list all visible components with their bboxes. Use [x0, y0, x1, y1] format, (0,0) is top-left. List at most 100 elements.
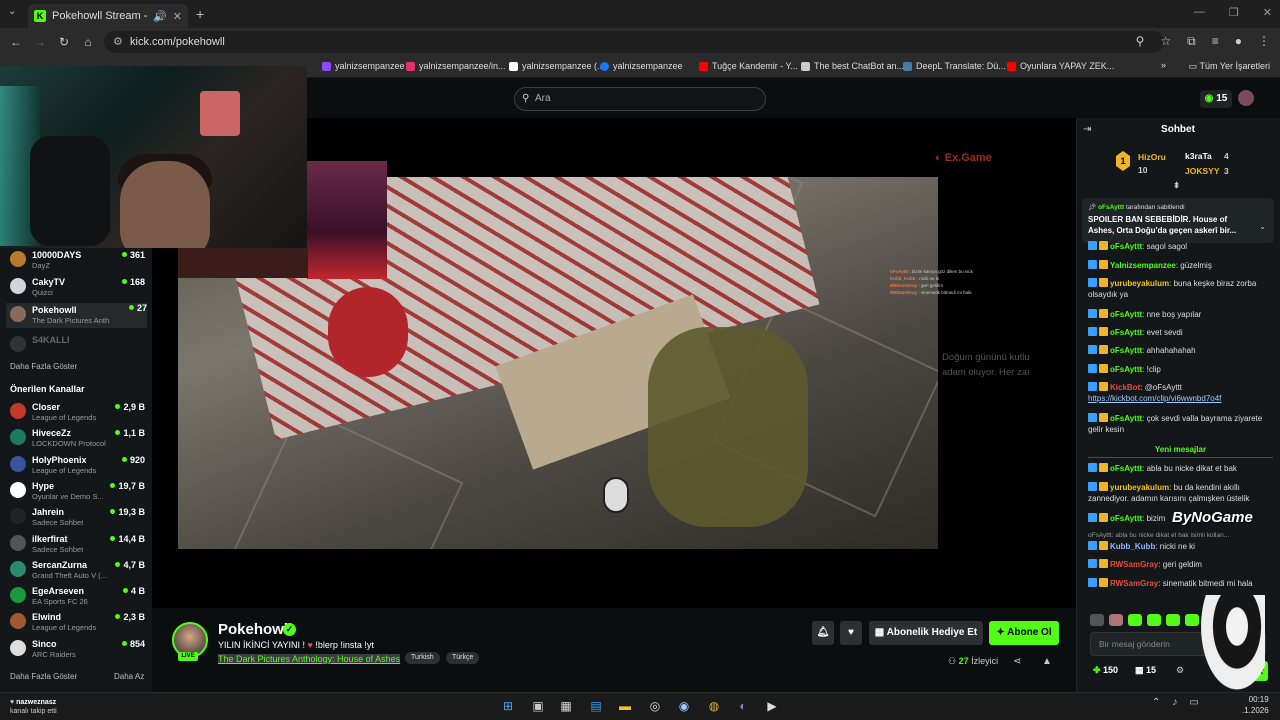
emote-icon[interactable]: [1147, 614, 1161, 626]
sidebar-channel[interactable]: Hype Oyunlar ve Demo S... 19,7 B: [10, 481, 145, 502]
bookmark-item[interactable]: yalnizsempanzee: [322, 61, 405, 71]
new-tab-button[interactable]: +: [196, 6, 204, 22]
show-less-link[interactable]: Daha Az: [114, 672, 144, 681]
sidebar-channel[interactable]: EgeArseven EA Sports FC 26 4 B: [10, 586, 145, 607]
sidebar-channel[interactable]: SercanZurna Grand Theft Auto V (... 4,7 B: [10, 560, 145, 581]
file-explorer-icon[interactable]: ▬: [616, 697, 634, 715]
gift-sub-button[interactable]: ▦ Abonelik Hediye Et: [869, 621, 983, 645]
clock[interactable]: 00:19.1.2026: [1242, 694, 1269, 716]
chat-username[interactable]: yurubeyakulum: [1110, 483, 1169, 492]
sidebar-channel[interactable]: Sinco ARC Raiders 854: [10, 639, 145, 660]
chat-username[interactable]: oFsAyttt: [1110, 310, 1142, 319]
show-more-link[interactable]: Daha Fazla Göster: [10, 362, 77, 371]
sidebar-channel[interactable]: ilkerfirat Sadece Sohbet 14,4 B: [10, 534, 145, 555]
chat-username[interactable]: Yalnizsempanzee: [1110, 261, 1176, 270]
emote-icon[interactable]: [1166, 614, 1180, 626]
reload-icon[interactable]: ↻: [52, 35, 76, 49]
tab-search-icon[interactable]: ⌄: [8, 6, 16, 17]
bookmarks-overflow-icon[interactable]: »: [1161, 60, 1166, 70]
sidebar-channel[interactable]: Pokehowll The Dark Pictures Anth... 27: [6, 303, 147, 328]
follow-heart-button[interactable]: ♥: [840, 621, 862, 645]
bookmark-item[interactable]: Oyunlara YAPAY ZEK...: [1007, 61, 1114, 71]
sidebar-channel[interactable]: Closer League of Legends 2,9 B: [10, 402, 145, 423]
back-icon[interactable]: ←: [4, 35, 28, 49]
sidebar-channel[interactable]: CakyTV Quizci 168: [10, 277, 145, 298]
windows-start-icon[interactable]: ⊞: [499, 697, 517, 715]
chat-link[interactable]: https://kickbot.com/clip/vi6wwnbd7o4f: [1088, 394, 1221, 403]
sidebar-channel[interactable]: HiveceZz LOCKDOWN Protocol 1,1 B: [10, 428, 145, 449]
url-field[interactable]: ⚙ kick.com/pokehowll: [104, 31, 1164, 53]
obs-icon[interactable]: ◎: [646, 697, 664, 715]
speaker-icon[interactable]: 🔊: [153, 10, 167, 23]
chat-username[interactable]: oFsAyttt: [1110, 328, 1142, 337]
microphone-icon[interactable]: ♪: [1172, 697, 1177, 708]
extensions-icon[interactable]: ⧉: [1187, 34, 1196, 49]
chevron-down-icon[interactable]: ⌄: [1259, 222, 1266, 231]
media-player-icon[interactable]: ▶: [763, 697, 781, 715]
report-icon[interactable]: ▲: [1042, 656, 1052, 667]
subscribe-button[interactable]: ✦ Abone Ol: [989, 621, 1059, 645]
bookmark-star-icon[interactable]: ☆: [1160, 34, 1171, 49]
user-avatar[interactable]: [1238, 90, 1254, 106]
bookmark-item[interactable]: DeepL Translate: Dü...: [903, 61, 1006, 71]
gift-count[interactable]: ▦ 15: [1135, 665, 1156, 676]
leader-first-name[interactable]: HizOru: [1138, 152, 1166, 162]
tag-turkish[interactable]: Turkish: [405, 652, 440, 664]
task-view-icon[interactable]: ▣: [529, 697, 547, 715]
zoom-icon[interactable]: ⚲: [1136, 34, 1145, 49]
chat-username[interactable]: oFsAyttt: [1110, 514, 1142, 523]
app-icon[interactable]: ▦: [557, 697, 575, 715]
chat-username[interactable]: RWSamGray: [1110, 579, 1158, 588]
all-bookmarks-folder[interactable]: ▭ Tüm Yer İşaretleri: [1189, 61, 1270, 72]
profile-icon[interactable]: ●: [1235, 34, 1242, 49]
close-window-icon[interactable]: ✕: [1263, 6, 1272, 19]
leader-second-name[interactable]: k3raTa: [1185, 151, 1212, 161]
chrome-icon[interactable]: ◍: [705, 697, 723, 715]
chat-username[interactable]: Kubb_Kubb: [1110, 542, 1155, 551]
sidebar-channel[interactable]: Elwind League of Legends 2,3 B: [10, 612, 145, 633]
discord-icon[interactable]: ◐: [734, 697, 752, 715]
chat-username[interactable]: oFsAyttt: [1110, 242, 1142, 251]
menu-icon[interactable]: ⋮: [1258, 34, 1270, 49]
store-icon[interactable]: ▤: [587, 697, 605, 715]
display-icon[interactable]: ▭: [1189, 697, 1198, 708]
chat-username[interactable]: oFsAyttt: [1110, 464, 1142, 473]
chat-settings-icon[interactable]: ⚙: [1176, 665, 1184, 676]
chat-username[interactable]: oFsAyttt: [1110, 365, 1142, 374]
bookmark-item[interactable]: yalnizsempanzee/in...: [406, 61, 506, 71]
emote-icon[interactable]: [1109, 614, 1123, 626]
share-icon[interactable]: ⋖: [1013, 656, 1021, 667]
stream-category-link[interactable]: The Dark Pictures Anthology: House of As…: [218, 654, 401, 664]
minimize-icon[interactable]: —: [1194, 6, 1205, 19]
emote-icon[interactable]: [1090, 614, 1104, 626]
chat-username[interactable]: RWSamGray: [1110, 560, 1158, 569]
tab-kick[interactable]: K Pokehowll Stream - Watch 🔊 ✕: [28, 4, 188, 28]
tag-turkce[interactable]: Türkçe: [446, 652, 480, 664]
channel-points[interactable]: ✤ 150: [1093, 665, 1118, 676]
bookmark-item[interactable]: The best ChatBot an...: [801, 61, 904, 71]
leaderboard-expand-icon[interactable]: ⇟: [1173, 180, 1180, 191]
sidebar-channel[interactable]: 10000DAYS DayZ 361: [10, 250, 145, 271]
bookmark-item[interactable]: yalnizsempanzee (...: [509, 61, 605, 71]
show-more-link[interactable]: Daha Fazla Göster: [10, 672, 77, 681]
close-tab-icon[interactable]: ✕: [173, 10, 182, 23]
notification-bell-button[interactable]: 🔔︎: [812, 621, 834, 645]
sidebar-channel[interactable]: Jahrein Sadece Sohbet 19,3 B: [10, 507, 145, 528]
tray-chevron-icon[interactable]: ⌃: [1152, 697, 1160, 708]
bookmark-item[interactable]: Tuğçe Kandemir - Y...: [699, 61, 798, 71]
sidebar-channel[interactable]: HolyPhoenix League of Legends 920: [10, 455, 145, 476]
chat-username[interactable]: oFsAyttt: [1110, 346, 1142, 355]
bookmark-item[interactable]: yalnizsempanzee: [600, 61, 683, 71]
forward-icon[interactable]: →: [28, 35, 52, 49]
chat-username[interactable]: KickBot: [1110, 383, 1140, 392]
search-input[interactable]: ⚲ Ara: [514, 87, 766, 111]
chat-username[interactable]: oFsAyttt: [1110, 414, 1142, 423]
channel-name[interactable]: Pokehowll: [218, 621, 292, 638]
pinned-message[interactable]: 📌︎ oFsAyttt tarafından sabitlendi SPOILE…: [1082, 198, 1274, 243]
media-icon[interactable]: ≡: [1212, 34, 1219, 49]
emote-icon[interactable]: [1128, 614, 1142, 626]
chat-username[interactable]: yurubeyakulum: [1110, 279, 1169, 288]
leader-third-name[interactable]: JOKSYY: [1185, 166, 1220, 176]
home-icon[interactable]: ⌂: [76, 35, 100, 49]
kicks-balance[interactable]: ◉ 15: [1200, 90, 1232, 108]
